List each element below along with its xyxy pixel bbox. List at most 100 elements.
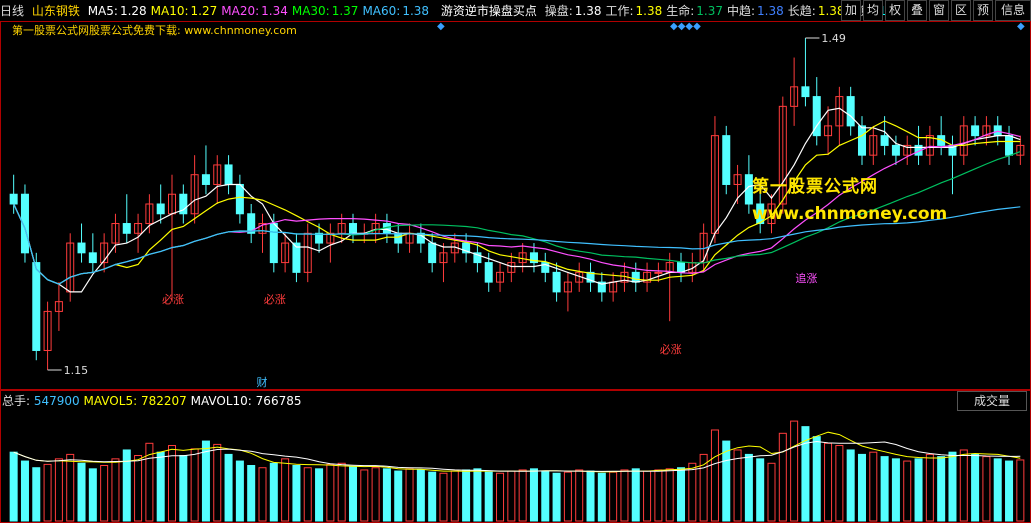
toolbar-button[interactable]: 权 xyxy=(885,0,905,21)
volume-bar xyxy=(428,471,437,522)
stock-name: 山东钢铁 xyxy=(31,4,80,18)
candle-body xyxy=(88,252,97,264)
indicator-label: 中趋: xyxy=(727,4,756,18)
candle-body xyxy=(654,271,663,274)
signal-bizhang-label: 必涨 xyxy=(162,293,184,306)
volume-bar xyxy=(552,472,561,522)
volume-bar xyxy=(948,451,957,522)
volume-bar xyxy=(32,467,41,522)
volume-bar xyxy=(880,456,889,522)
candle-body xyxy=(348,223,357,234)
candle-body xyxy=(631,271,640,283)
ma-label: MA30: xyxy=(291,4,330,18)
chart-header: 日线 山东钢铁 MA5: 1.28 MA10: 1.27 MA20: 1.34 MA30: 1… xyxy=(0,2,913,20)
candle-body xyxy=(122,223,131,234)
volume-bar xyxy=(993,458,1002,522)
candle-body xyxy=(32,262,41,351)
candle-body xyxy=(857,125,866,156)
candle-body xyxy=(880,135,889,146)
toolbar-button[interactable]: 叠 xyxy=(907,0,927,21)
ma-label: MA60: xyxy=(362,4,401,18)
candle-body xyxy=(9,193,18,205)
volume-bar xyxy=(473,468,482,522)
high-price-label: 1.49 xyxy=(821,32,846,45)
volume-bar xyxy=(541,470,550,522)
indicator-value: 1.37 xyxy=(696,4,723,18)
candle-body xyxy=(269,223,278,264)
volume-bar xyxy=(597,472,606,522)
ma-label: MA10: xyxy=(150,4,189,18)
ma-value: 1.37 xyxy=(331,4,359,18)
event-marker-icon[interactable]: ◆◆◆◆ xyxy=(670,21,701,32)
toolbar-button[interactable]: 均 xyxy=(863,0,883,21)
volume-bar xyxy=(631,468,640,522)
stock-chart: 1.491.15必涨必涨必涨必涨追涨财 xyxy=(0,0,1031,523)
volume-bar xyxy=(937,456,946,522)
volume-bar xyxy=(971,453,980,522)
volume-bar xyxy=(586,470,595,522)
candle-body xyxy=(1005,135,1014,156)
candle-body xyxy=(484,262,493,283)
indicator-label: 生命: xyxy=(666,4,695,18)
low-price-label: 1.15 xyxy=(64,364,89,377)
mavol5-value: 782207 xyxy=(140,394,187,408)
volume-bar xyxy=(179,455,188,522)
volume-bar xyxy=(722,440,731,522)
candle-body xyxy=(722,135,731,185)
toolbar-button[interactable]: 预 xyxy=(973,0,993,21)
volume-bar xyxy=(201,440,210,522)
volume-header: 总手: 547900 MAVOL5: 782207 MAVOL10: 76678… xyxy=(2,393,301,409)
candle-body xyxy=(801,86,810,98)
toolbar-button[interactable]: 信息 xyxy=(995,0,1031,21)
candle-body xyxy=(224,164,233,185)
volume-bar xyxy=(247,465,256,522)
promo-text: 第一股票公式网股票公式免费下载: www.chnmoney.com xyxy=(12,24,297,37)
total-volume-value: 547900 xyxy=(33,394,80,408)
candle-body xyxy=(552,271,561,293)
candle-body xyxy=(201,174,210,185)
candle-body xyxy=(971,125,980,137)
ma-value: 1.34 xyxy=(261,4,288,18)
watermark-title: 第一股票公式网 xyxy=(752,177,878,197)
event-cai-label: 财 xyxy=(257,375,268,389)
volume-bar xyxy=(20,460,29,522)
volume-bar xyxy=(812,436,821,522)
ma-label: MA20: xyxy=(221,4,260,18)
volume-bar xyxy=(756,458,765,522)
volume-bar xyxy=(677,467,686,522)
signal-zhuizhang-label: 追涨 xyxy=(795,271,817,285)
toolbar-button[interactable]: 区 xyxy=(951,0,971,21)
ma-value: 1.27 xyxy=(190,4,218,18)
period-label[interactable]: 日线 xyxy=(0,4,24,18)
volume-bar xyxy=(416,469,425,522)
volume-bar xyxy=(269,462,278,522)
event-marker-icon[interactable]: ◆ xyxy=(437,21,445,32)
candle-body xyxy=(677,262,686,273)
ma-value: 1.28 xyxy=(119,4,147,18)
signal-bizhang-label: 必涨 xyxy=(264,293,286,306)
volume-bar xyxy=(382,468,391,522)
ma-value: 1.38 xyxy=(402,4,430,18)
indicator-value: 1.38 xyxy=(635,4,663,18)
mavol10-value: 766785 xyxy=(255,394,302,408)
volume-bar xyxy=(156,451,165,522)
volume-bar xyxy=(846,449,855,522)
total-volume-label: 总手: xyxy=(2,394,31,408)
candle-body xyxy=(428,242,437,264)
mavol5-label: MAVOL5: xyxy=(83,394,138,408)
candle-body xyxy=(846,96,855,127)
volume-bar xyxy=(744,453,753,522)
volume-bar xyxy=(77,462,86,522)
candle-body xyxy=(77,242,86,254)
toolbar-button[interactable]: 加 xyxy=(841,0,861,21)
volume-indicator-button[interactable]: 成交量 xyxy=(957,391,1027,411)
toolbar-button[interactable]: 窗 xyxy=(929,0,949,21)
ma-label: MA5: xyxy=(87,4,118,18)
volume-bar xyxy=(315,468,324,522)
candle-body xyxy=(235,183,244,215)
volume-bar xyxy=(235,460,244,522)
volume-bar xyxy=(348,466,357,522)
volume-bar xyxy=(891,458,900,522)
ma-legend: MA5: 1.28 MA10: 1.27 MA20: 1.34 MA30: 1.37 MA60:… xyxy=(88,4,433,18)
event-marker-icon[interactable]: ◆ xyxy=(1017,21,1025,32)
